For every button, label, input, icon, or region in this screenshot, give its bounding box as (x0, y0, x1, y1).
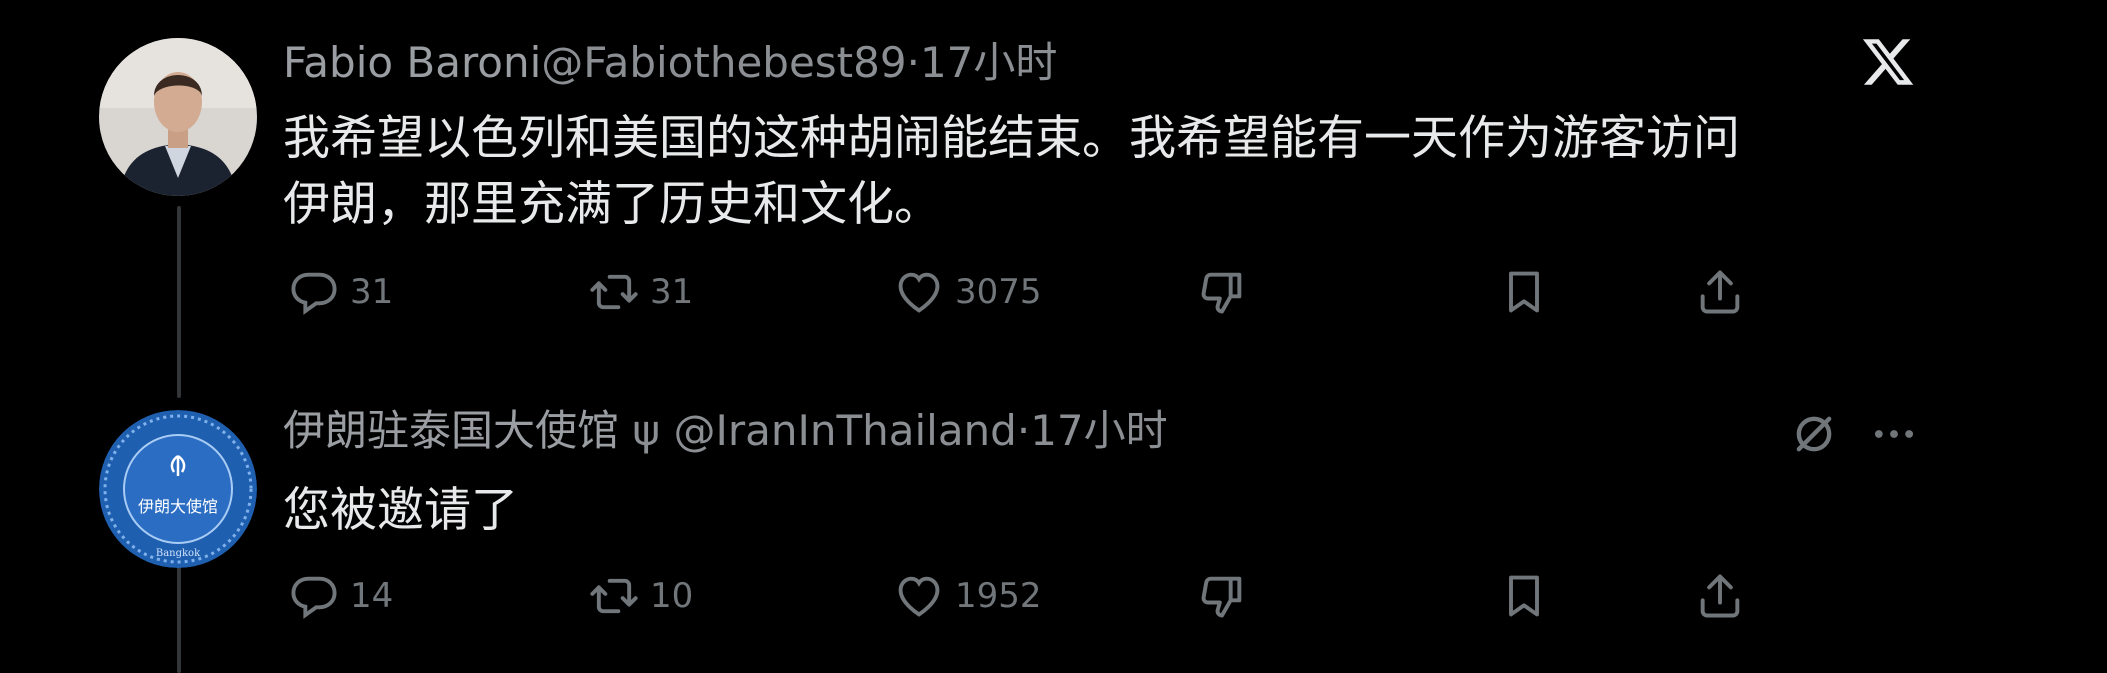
tweet-1-bookmark-button[interactable] (1498, 265, 1560, 319)
tweet-1-repost-button[interactable]: 31 (588, 265, 693, 319)
repost-icon (590, 578, 638, 614)
tweet-1-reply-count: 31 (350, 272, 394, 312)
more-options-icon[interactable] (1868, 408, 1920, 460)
share-icon (1700, 270, 1740, 314)
avatar-fabio[interactable] (99, 38, 257, 196)
reply-icon (291, 576, 337, 619)
tweet-2-dislike-button[interactable] (1196, 569, 1258, 623)
thread-connector-line (177, 206, 181, 398)
reply-icon (291, 272, 337, 315)
tweet-2-share-button[interactable] (1694, 569, 1756, 623)
bookmark-icon (1509, 271, 1539, 313)
tweet-2-separator: · (1016, 406, 1031, 455)
tweet-1-separator: · (906, 38, 920, 87)
tweet-1-repost-count: 31 (650, 272, 694, 312)
tweet-1-display-name[interactable]: Fabio Baroni (283, 38, 541, 87)
heart-icon (898, 272, 940, 313)
tweet-2-time[interactable]: 17小时 (1030, 406, 1167, 455)
tweet-2-repost-button[interactable]: 10 (588, 569, 693, 623)
tweet-1-text-line-1: 我希望以色列和美国的这种胡闹能结束。我希望能有一天作为游客访问 (283, 111, 1740, 166)
share-icon (1700, 574, 1740, 618)
avatar-iran-embassy[interactable]: 伊朗大使馆 Bangkok (99, 410, 257, 568)
tweet-2-bookmark-button[interactable] (1498, 569, 1560, 623)
government-badge-icon: ψ (632, 406, 661, 455)
tweet-2-text: 您被邀请了 (283, 478, 518, 544)
tweet-2-header: 伊朗驻泰国大使馆 ψ @IranInThailand·17小时 (283, 410, 1168, 452)
tweet-2-display-name[interactable]: 伊朗驻泰国大使馆 (283, 406, 619, 455)
tweet-1-like-count: 3075 (955, 272, 1042, 312)
tweet-2-like-button[interactable]: 1952 (893, 569, 1042, 623)
tweet-2-like-count: 1952 (955, 576, 1042, 616)
tweet-1-dislike-button[interactable] (1196, 265, 1258, 319)
tweet-2-reply-button[interactable]: 14 (288, 569, 393, 623)
tweet-1-handle[interactable]: @Fabiothebest89 (541, 38, 906, 87)
tweet-2-handle[interactable]: @IranInThailand (673, 406, 1016, 455)
repost-icon (590, 274, 638, 310)
tweet-1-text-line-2: 伊朗，那里充满了历史和文化。 (283, 177, 941, 232)
tweet-2-reply-count: 14 (350, 576, 394, 616)
grok-icon[interactable] (1788, 408, 1840, 460)
x-logo-icon[interactable] (1860, 34, 1916, 90)
tweet-1-text: 我希望以色列和美国的这种胡闹能结束。我希望能有一天作为游客访问 伊朗，那里充满了… (283, 106, 1740, 238)
thread-connector-line-bottom (177, 562, 181, 673)
tweet-1-reply-button[interactable]: 31 (288, 265, 393, 319)
heart-icon (898, 576, 940, 617)
tweet-2-text-line-1: 您被邀请了 (283, 483, 518, 538)
thumbs-down-icon (1201, 576, 1242, 618)
avatar-embassy-bottom-text: Bangkok (156, 548, 201, 559)
tweet-1-header: Fabio Baroni@Fabiothebest89·17小时 (283, 42, 1057, 84)
avatar-embassy-text: 伊朗大使馆 (138, 497, 218, 516)
tweet-2-repost-count: 10 (650, 576, 694, 616)
thumbs-down-icon (1201, 272, 1242, 314)
bookmark-icon (1509, 575, 1539, 617)
tweet-1-like-button[interactable]: 3075 (893, 265, 1042, 319)
tweet-1-time[interactable]: 17小时 (920, 38, 1057, 87)
tweet-1-share-button[interactable] (1694, 265, 1756, 319)
